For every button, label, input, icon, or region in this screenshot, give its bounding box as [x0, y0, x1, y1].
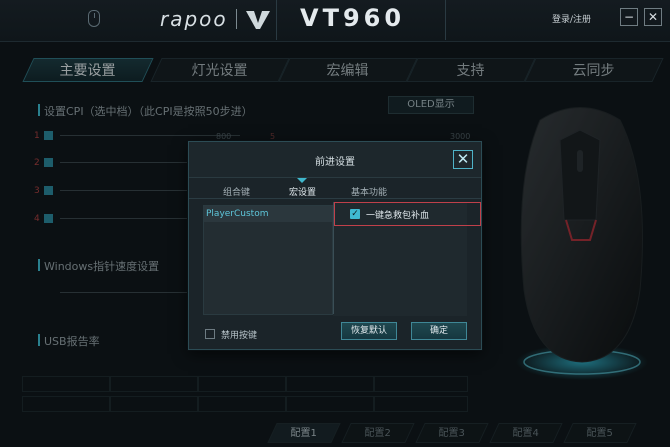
advanced-settings-dialog: 前进设置 ✕ 组合键 宏设置 基本功能 PlayerCustom ✓ 一键急救包…	[188, 141, 482, 350]
minimize-button[interactable]: −	[620, 8, 638, 26]
disable-hotkey-checkbox[interactable]	[205, 329, 215, 339]
mouse-icon	[88, 10, 100, 27]
tab-combo-key[interactable]: 组合键	[223, 185, 250, 198]
login-link[interactable]: 登录/注册	[552, 12, 591, 25]
app-window: rapoo VT960 登录/注册 − ✕ 主要设置 灯光设置 宏编辑 支持 云…	[0, 0, 670, 447]
brand-logo: rapoo	[160, 7, 228, 31]
tab-divider	[189, 198, 481, 199]
macro-list-item[interactable]: PlayerCustom	[204, 206, 332, 222]
dialog-tabs: 组合键 宏设置 基本功能	[189, 179, 481, 199]
restore-default-button[interactable]: 恢复默认	[341, 322, 397, 340]
function-checkbox[interactable]: ✓	[350, 209, 360, 219]
tab-basic-functions[interactable]: 基本功能	[351, 185, 387, 198]
dialog-header: 前进设置 ✕	[189, 142, 481, 178]
model-name: VT960	[300, 4, 406, 32]
function-item-label: 一键急救包补血	[366, 211, 430, 221]
brand-divider	[236, 9, 237, 29]
dialog-close-button[interactable]: ✕	[453, 150, 473, 169]
tab-macro-settings[interactable]: 宏设置	[289, 185, 316, 198]
confirm-button[interactable]: 确定	[411, 322, 467, 340]
v-logo-icon	[246, 11, 270, 29]
active-tab-indicator	[297, 178, 307, 183]
title-bar: rapoo VT960 登录/注册 − ✕	[0, 0, 670, 42]
function-item-first-aid[interactable]: ✓ 一键急救包补血	[334, 202, 481, 226]
close-window-button[interactable]: ✕	[644, 8, 662, 26]
disable-hotkey-label: 禁用按键	[221, 331, 258, 341]
macro-list: PlayerCustom	[203, 205, 333, 315]
dialog-title: 前进设置	[315, 157, 355, 168]
